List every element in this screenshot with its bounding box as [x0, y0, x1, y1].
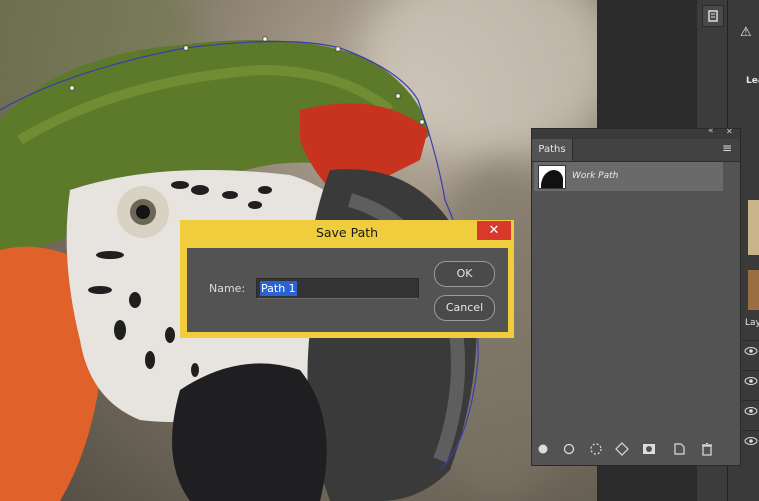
learn-thumbnail-1[interactable] [748, 200, 759, 255]
close-icon: ✕ [488, 223, 500, 238]
name-field-value: Path 1 [260, 281, 297, 296]
save-path-dialog: Save Path ✕ Name: Path 1 OK Cancel [180, 220, 514, 338]
name-label: Name: [209, 282, 246, 295]
layer-visibility-eye-icon[interactable] [742, 430, 759, 451]
stroke-path-icon[interactable] [562, 442, 576, 456]
panel-menu-icon[interactable]: ≡ [722, 141, 732, 155]
warning-icon: ⚠ [740, 25, 752, 40]
close-button[interactable]: ✕ [477, 221, 511, 240]
path-thumbnail [538, 165, 566, 189]
learn-thumbnail-2[interactable] [748, 270, 759, 310]
cancel-button[interactable]: Cancel [434, 295, 495, 321]
layers-panel-label: Lay [745, 318, 759, 328]
delete-path-icon[interactable] [700, 442, 714, 456]
paths-panel: « ✕ Paths ≡ Work Path [531, 126, 741, 466]
path-item-label: Work Path [572, 171, 619, 181]
layer-visibility-eye-icon[interactable] [742, 340, 759, 361]
libraries-icon[interactable] [702, 5, 724, 27]
paths-panel-titlebar[interactable]: « ✕ [532, 126, 740, 139]
ok-button[interactable]: OK [434, 261, 495, 287]
parrot-lower-beak [172, 363, 327, 501]
layer-visibility-eye-icon[interactable] [742, 400, 759, 421]
collapse-panel-icon[interactable]: « [708, 126, 714, 136]
dialog-titlebar[interactable]: Save Path ✕ [180, 220, 514, 244]
fill-path-icon[interactable] [536, 442, 550, 456]
parrot-eye-pupil [136, 205, 150, 219]
close-panel-icon[interactable]: ✕ [726, 127, 733, 136]
dialog-title: Save Path [315, 225, 379, 240]
tab-paths[interactable]: Paths [532, 139, 573, 161]
name-field[interactable]: Path 1 [256, 278, 419, 299]
dialog-body: Name: Path 1 OK Cancel [187, 248, 508, 332]
add-mask-icon[interactable] [642, 442, 656, 456]
new-path-icon[interactable] [672, 442, 686, 456]
load-as-selection-icon[interactable] [589, 442, 603, 456]
paths-panel-footer [532, 433, 740, 465]
learn-panel-label: Lea [746, 76, 759, 86]
make-work-path-icon[interactable] [615, 442, 629, 456]
path-list-item[interactable]: Work Path [534, 162, 723, 191]
layer-visibility-eye-icon[interactable] [742, 370, 759, 391]
